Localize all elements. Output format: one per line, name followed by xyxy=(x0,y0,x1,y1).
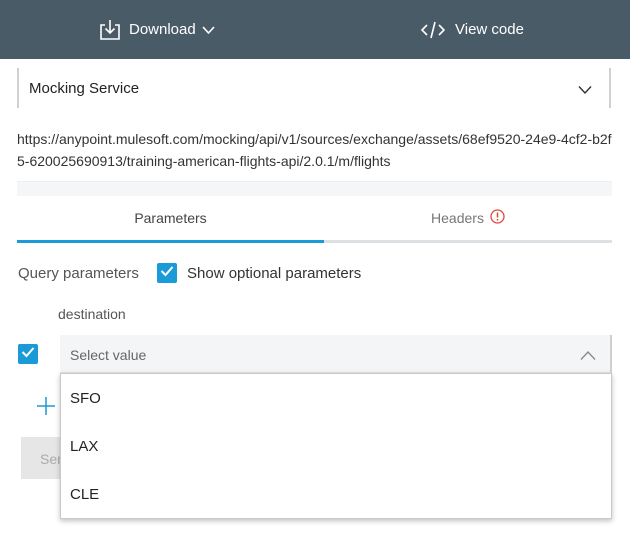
add-parameter-button[interactable] xyxy=(36,396,56,421)
url-divider xyxy=(17,181,612,196)
code-icon xyxy=(421,21,445,39)
tab-parameters[interactable]: Parameters xyxy=(17,196,324,240)
option-sfo[interactable]: SFO xyxy=(61,374,611,422)
option-cle[interactable]: CLE xyxy=(61,470,611,518)
check-icon xyxy=(21,345,35,363)
chevron-down-icon xyxy=(202,25,215,35)
check-icon xyxy=(160,264,174,282)
warning-circle-icon xyxy=(490,209,505,227)
plus-icon xyxy=(36,397,56,420)
download-icon xyxy=(98,19,122,41)
param-enabled-checkbox[interactable] xyxy=(18,344,38,364)
destination-options-dropdown: SFO LAX CLE xyxy=(60,373,612,519)
chevron-up-icon xyxy=(580,348,596,366)
server-select-value: Mocking Service xyxy=(29,80,140,97)
show-optional-label: Show optional parameters xyxy=(187,265,362,282)
server-select[interactable]: Mocking Service xyxy=(17,68,611,108)
top-toolbar: Download View code xyxy=(0,0,630,59)
chevron-down-icon xyxy=(578,82,592,100)
select-placeholder: Select value xyxy=(70,347,147,363)
tab-active-indicator xyxy=(17,240,324,243)
view-code-label: View code xyxy=(455,21,524,38)
tab-parameters-label: Parameters xyxy=(134,210,207,226)
destination-select[interactable]: Select value xyxy=(60,335,612,373)
view-code-button[interactable]: View code xyxy=(421,0,524,59)
tab-headers-label: Headers xyxy=(431,210,484,226)
download-button[interactable]: Download xyxy=(98,0,215,59)
download-label: Download xyxy=(129,21,196,38)
option-lax[interactable]: LAX xyxy=(61,422,611,470)
request-tabs: Parameters Headers xyxy=(17,196,612,244)
request-url: https://anypoint.mulesoft.com/mocking/ap… xyxy=(17,131,612,169)
param-name-label: destination xyxy=(58,306,126,322)
tab-headers[interactable]: Headers xyxy=(324,196,612,240)
query-parameters-label: Query parameters xyxy=(18,265,139,282)
show-optional-checkbox[interactable] xyxy=(157,263,177,283)
